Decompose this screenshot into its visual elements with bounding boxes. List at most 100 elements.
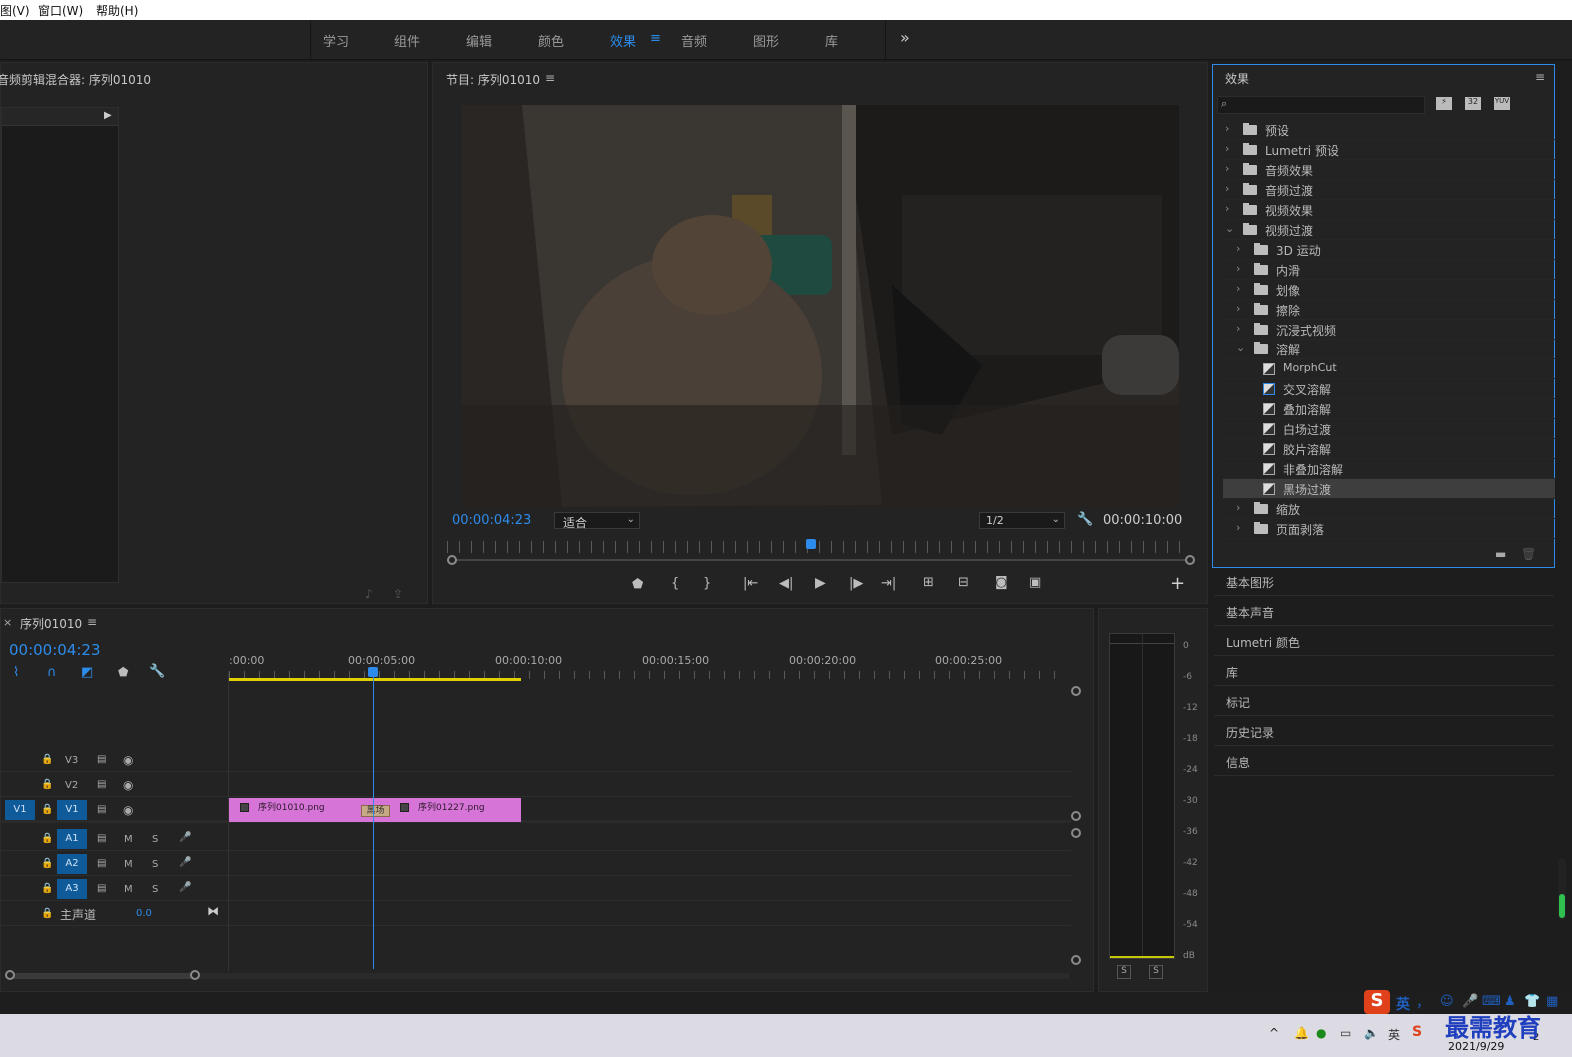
effects-tree-item[interactable]: › 页面剥落 <box>1223 519 1555 539</box>
effects-tree-item[interactable]: 叠加溶解 <box>1223 399 1555 420</box>
toolbox-icon[interactable]: ▦ <box>1546 994 1558 1009</box>
mute-button[interactable]: M <box>124 884 133 895</box>
marker-icon[interactable]: ⬟ <box>118 665 128 679</box>
ime-icon[interactable]: 英 <box>1388 1026 1400 1043</box>
effects-tree-item[interactable]: ⌄ 溶解 <box>1223 339 1555 360</box>
side-panel-tab[interactable]: 基本声音 <box>1214 596 1554 626</box>
trash-icon[interactable]: 🗑 <box>1521 547 1536 561</box>
chevron-right-icon[interactable]: › <box>1225 142 1229 155</box>
sogou-icon[interactable]: S <box>1412 1024 1422 1040</box>
go-to-in-icon[interactable]: |⇤ <box>743 576 758 591</box>
tab-effects[interactable]: 效果 <box>610 31 636 50</box>
master-go-to-icon[interactable]: ⧓ <box>207 904 219 918</box>
step-back-icon[interactable]: ◀| <box>779 576 793 591</box>
solo-button[interactable]: S <box>152 884 158 895</box>
ime-punct[interactable]: ， <box>1416 992 1430 1012</box>
timeline-close-icon[interactable]: × <box>3 616 12 629</box>
lock-icon[interactable]: 🔒 <box>41 883 53 894</box>
chevron-right-icon[interactable]: › <box>1225 182 1229 195</box>
chevron-right-icon[interactable]: › <box>1225 122 1229 135</box>
h-scroll-thumb[interactable] <box>9 973 197 979</box>
effects-tree-item[interactable]: 非叠加溶解 <box>1223 459 1555 480</box>
sync-lock-icon[interactable]: ▤ <box>97 833 106 844</box>
export-frame-icon[interactable]: ◙ <box>995 575 1008 590</box>
sync-lock-icon[interactable]: ▤ <box>97 804 106 815</box>
h-scroll-handle[interactable] <box>5 970 15 980</box>
sogou-logo-icon[interactable]: S <box>1364 990 1390 1014</box>
zoom-scrollbar[interactable] <box>447 559 1191 561</box>
lock-icon[interactable]: 🔒 <box>41 833 53 844</box>
tab-graphics[interactable]: 图形 <box>753 31 779 50</box>
effects-tree-item[interactable]: MorphCut <box>1223 359 1555 380</box>
master-volume-value[interactable]: 0.0 <box>136 908 152 919</box>
eye-icon[interactable]: ◉ <box>123 778 133 792</box>
h-scroll-handle[interactable] <box>190 970 200 980</box>
solo-right-button[interactable]: S <box>1149 965 1163 979</box>
network-icon[interactable]: ▭ <box>1340 1026 1351 1040</box>
fit-select[interactable]: 适合 ⌄ <box>554 512 640 530</box>
wrench-icon[interactable]: 🔧 <box>149 664 165 679</box>
expand-arrow-icon[interactable]: ▶ <box>104 110 112 121</box>
v-scroll-handle[interactable] <box>1071 828 1081 838</box>
chevron-right-icon[interactable]: › <box>1225 202 1229 215</box>
chevron-right-icon[interactable]: › <box>1236 521 1240 534</box>
chevron-down-icon[interactable]: ⌄ <box>1225 222 1234 235</box>
tab-editing[interactable]: 编辑 <box>466 31 492 50</box>
effects-tree-item[interactable]: 白场过渡 <box>1223 419 1555 440</box>
mark-in-icon[interactable]: { <box>671 576 679 591</box>
lock-icon[interactable]: 🔒 <box>41 804 53 815</box>
lock-icon[interactable]: 🔒 <box>41 858 53 869</box>
program-time-ruler[interactable] <box>447 541 1189 553</box>
solo-button[interactable]: S <box>152 859 158 870</box>
effects-tree-item[interactable]: ⌄ 视频过渡 <box>1223 220 1555 240</box>
skin-icon[interactable]: 👕 <box>1524 994 1540 1009</box>
effects-tree-item[interactable]: › Lumetri 预设 <box>1223 140 1555 160</box>
effects-tree-item[interactable]: › 预设 <box>1223 120 1555 140</box>
more-workspaces-button[interactable]: » <box>900 28 910 47</box>
side-panel-tab[interactable]: Lumetri 颜色 <box>1214 626 1554 656</box>
chevron-right-icon[interactable]: › <box>1236 322 1240 335</box>
go-to-out-icon[interactable]: ⇥| <box>881 576 896 591</box>
sync-lock-icon[interactable]: ▤ <box>97 883 106 894</box>
insert-icon[interactable]: ⊞ <box>923 575 934 590</box>
mic-icon[interactable]: 🎤 <box>179 882 191 893</box>
settings-wrench-icon[interactable]: 🔧 <box>1077 512 1093 527</box>
tab-audio[interactable]: 音频 <box>681 31 707 50</box>
chevron-right-icon[interactable]: › <box>1236 302 1240 315</box>
resolution-select[interactable]: 1/2 ⌄ <box>979 512 1065 529</box>
speaker-icon[interactable]: 🔈 <box>1364 1026 1379 1040</box>
effects-tree-item[interactable]: 胶片溶解 <box>1223 439 1555 460</box>
chevron-down-icon[interactable]: ⌄ <box>1236 341 1245 354</box>
step-forward-icon[interactable]: |▶ <box>849 576 863 591</box>
program-playhead[interactable] <box>805 539 816 549</box>
sync-lock-icon[interactable]: ▤ <box>97 779 106 790</box>
tab-effects-menu-icon[interactable]: ≡ <box>650 31 661 46</box>
effects-tree-item[interactable]: › 擦除 <box>1223 300 1555 320</box>
effects-tree-item[interactable]: 交叉溶解 <box>1223 379 1555 400</box>
program-menu-icon[interactable]: ≡ <box>545 71 555 85</box>
overwrite-icon[interactable]: ⊟ <box>958 575 969 590</box>
export-icon[interactable]: ⇪ <box>393 587 403 601</box>
effects-tree-item[interactable]: › 沉浸式视频 <box>1223 320 1555 340</box>
solo-button[interactable]: S <box>152 834 158 845</box>
keyboard-icon[interactable]: ⌨ <box>1482 994 1501 1009</box>
ime-mode[interactable]: 英 <box>1396 994 1410 1014</box>
mute-button[interactable]: M <box>124 859 133 870</box>
user-icon[interactable]: ♟ <box>1504 994 1516 1009</box>
mute-button[interactable]: M <box>124 834 133 845</box>
v-scroll-handle[interactable] <box>1071 811 1081 821</box>
work-area-bar[interactable] <box>229 678 521 681</box>
effects-tree-item[interactable]: › 缩放 <box>1223 499 1555 520</box>
mic-icon[interactable]: 🎤 <box>1462 994 1478 1009</box>
zoom-handle-right[interactable] <box>1185 555 1195 565</box>
emoji-icon[interactable]: ☺ <box>1440 994 1454 1009</box>
menu-help[interactable]: 帮助(H) <box>96 2 138 19</box>
track-target-v1[interactable]: V1 <box>57 800 87 820</box>
solo-left-button[interactable]: S <box>1117 965 1131 979</box>
effects-search-input[interactable]: ⌕ <box>1217 96 1425 114</box>
v-scroll-handle[interactable] <box>1071 686 1081 696</box>
track-target-a1[interactable]: A1 <box>57 829 87 849</box>
timeline-timecode[interactable]: 00:00:04:23 <box>9 641 101 659</box>
add-marker-icon[interactable]: ◩ <box>81 665 93 680</box>
marker-icon[interactable]: ⬟ <box>632 577 643 592</box>
